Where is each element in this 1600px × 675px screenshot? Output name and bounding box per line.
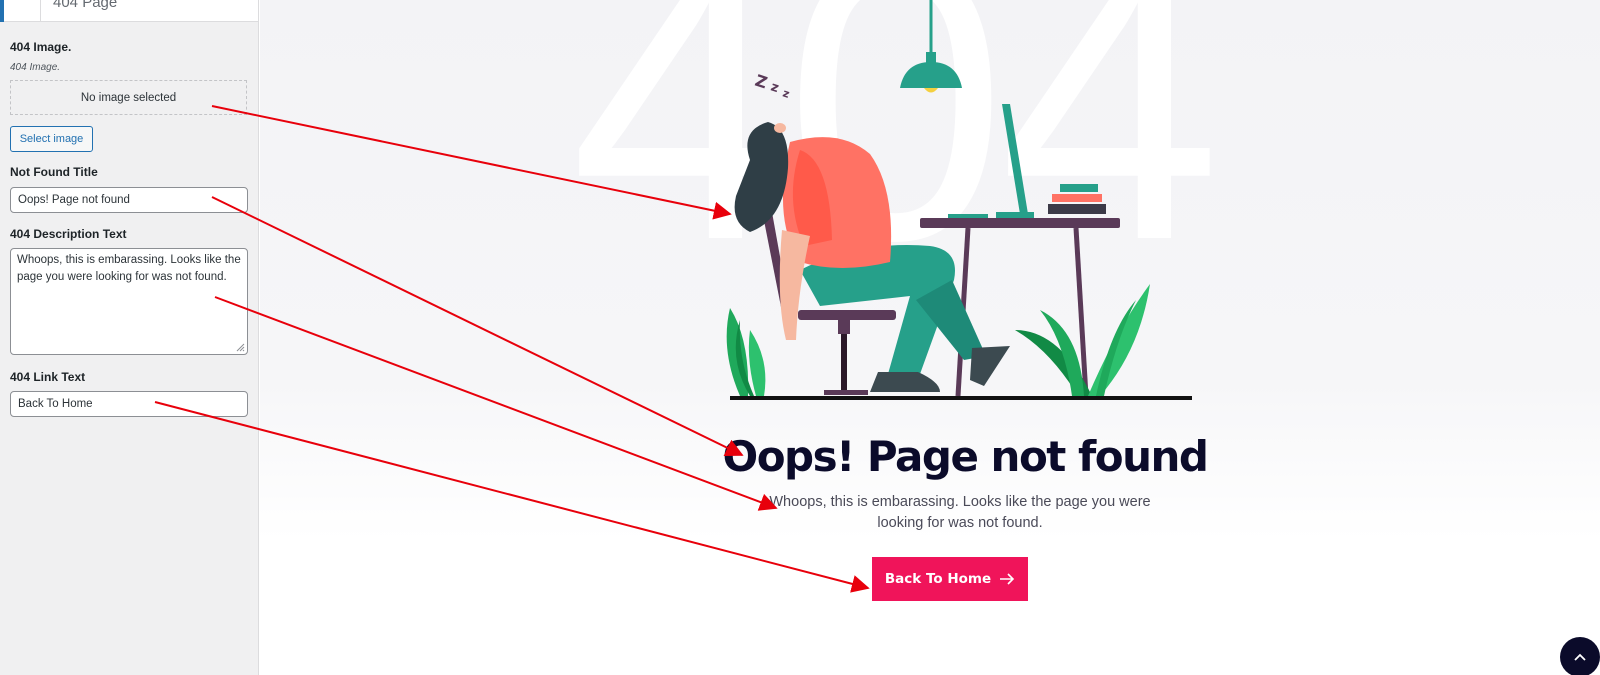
title-label: Not Found Title xyxy=(10,165,98,179)
image-label: 404 Image. xyxy=(10,40,72,54)
svg-text:z: z xyxy=(769,80,781,97)
back-button[interactable] xyxy=(0,0,4,22)
link-input[interactable]: Back To Home xyxy=(10,391,248,417)
scroll-to-top-button[interactable] xyxy=(1560,637,1600,675)
resize-grip-icon[interactable] xyxy=(235,342,245,352)
image-placeholder[interactable]: No image selected xyxy=(10,80,247,115)
page-description: Whoops, this is embarassing. Looks like … xyxy=(769,494,1151,531)
no-image-text: No image selected xyxy=(80,91,177,104)
desc-textarea-value: Whoops, this is embarassing. Looks like … xyxy=(17,254,241,283)
select-image-button[interactable]: Select image xyxy=(10,126,93,152)
svg-text:Z: Z xyxy=(753,71,770,93)
title-input[interactable]: Oops! Page not found xyxy=(10,187,248,213)
sleeping-person-illustration: Z z z xyxy=(726,0,1192,400)
back-to-home-button[interactable]: Back To Home xyxy=(872,557,1028,601)
desc-label: 404 Description Text xyxy=(10,227,127,241)
page-title: Oops! Page not found xyxy=(722,432,1209,481)
section-title: 404 Page xyxy=(53,0,118,11)
back-to-home-label: Back To Home xyxy=(884,571,992,587)
panel-header: 404 Page xyxy=(0,0,258,22)
desc-textarea[interactable]: Whoops, this is embarassing. Looks like … xyxy=(10,248,248,355)
image-sublabel: 404 Image. xyxy=(10,62,61,73)
svg-text:z: z xyxy=(781,86,791,100)
arrow-right-icon xyxy=(1000,573,1015,585)
chevron-up-icon xyxy=(1574,653,1586,661)
customizer-panel: 404 Page 404 Image. 404 Image. No image … xyxy=(0,0,259,675)
link-label: 404 Link Text xyxy=(10,370,86,384)
page-preview: 404 Z z z Oops! Page not found Whoops, t… xyxy=(260,0,1600,675)
